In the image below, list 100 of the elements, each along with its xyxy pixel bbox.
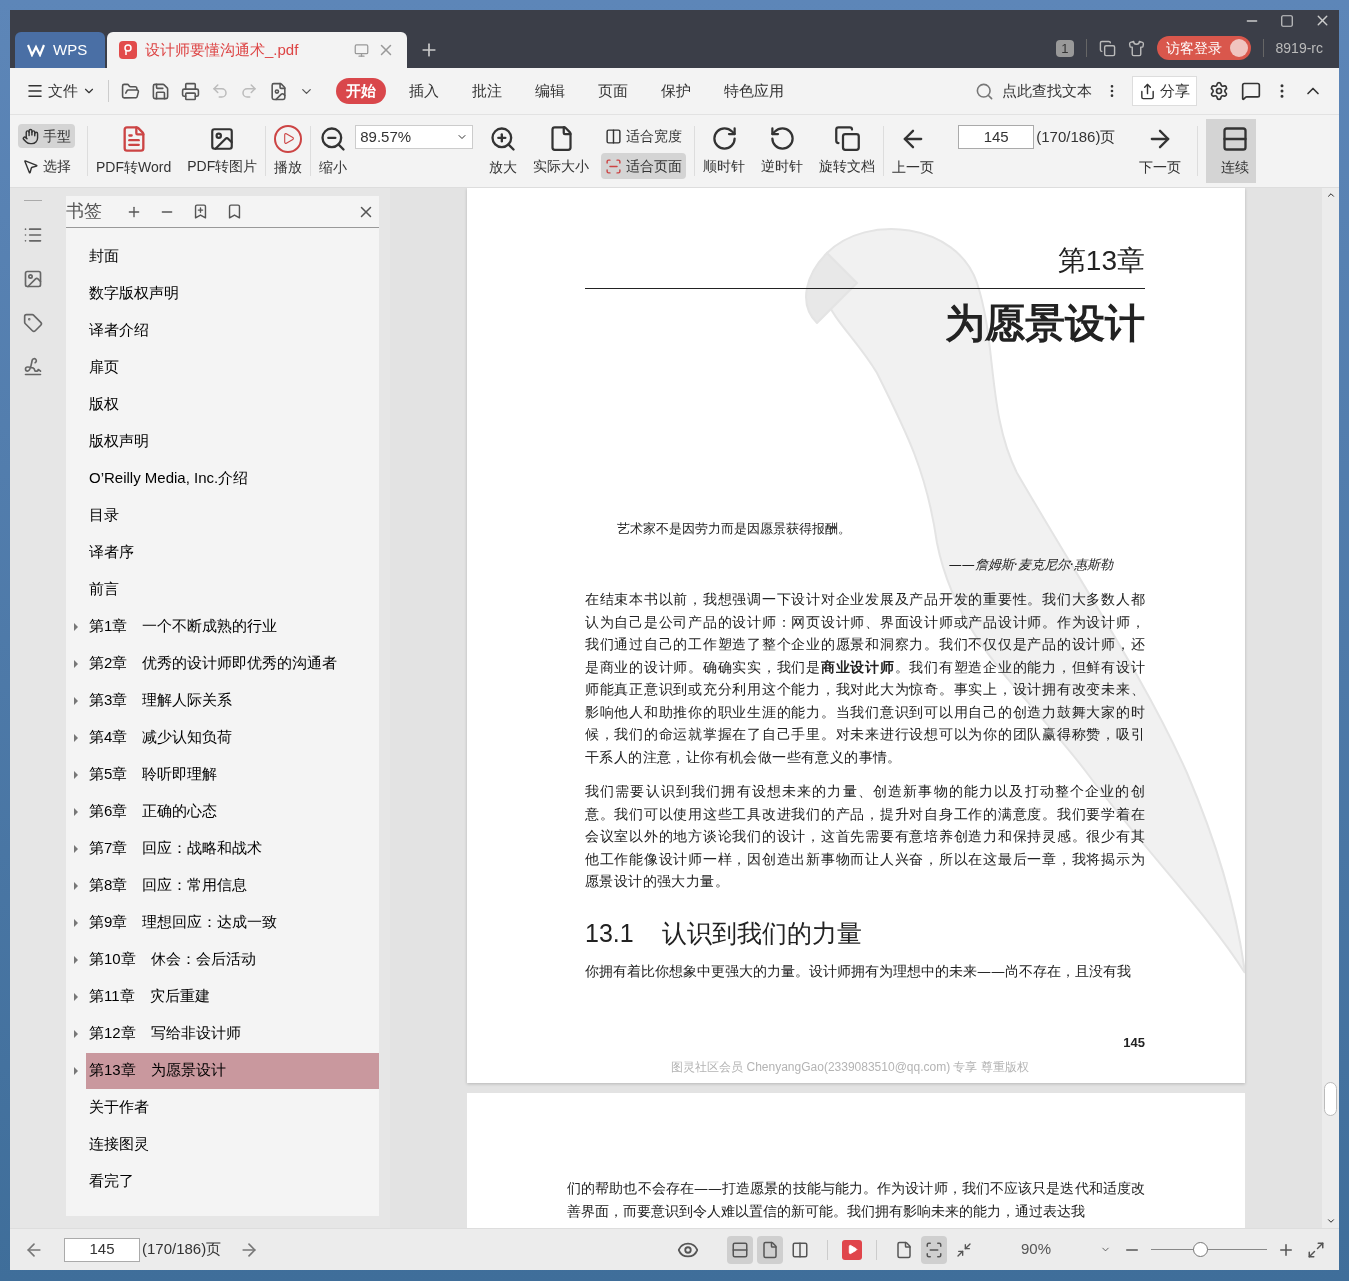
zoom-level-field[interactable]: 90% [1021, 1238, 1111, 1261]
expand-caret-icon[interactable] [73, 1029, 79, 1038]
login-button[interactable]: 访客登录 [1156, 36, 1251, 60]
page-number-field[interactable]: 145 [64, 1237, 140, 1262]
scroll-up-icon[interactable] [1325, 190, 1336, 200]
section-number: 13.1 [585, 917, 634, 949]
menu-tab[interactable]: 批注 [462, 78, 512, 104]
export-icon[interactable] [269, 81, 288, 101]
search-field[interactable]: 点此查找文本 [975, 79, 1092, 103]
select-tool[interactable]: 选择 [18, 154, 75, 178]
vertical-scrollbar[interactable] [1322, 188, 1339, 1228]
window-count-badge[interactable]: 1 [1056, 39, 1074, 57]
play-button[interactable]: 播放 [266, 119, 311, 183]
convert-button[interactable]: PDF转图片 [179, 119, 266, 183]
bookmark-item[interactable]: 第5章 聆听即理解 [86, 756, 379, 793]
bookmark-item[interactable]: 数字版权声明 [86, 275, 379, 312]
actual-size-button[interactable]: 实际大小 [525, 119, 598, 183]
bookmark-item[interactable]: 第7章 回应：战略和战术 [86, 830, 379, 867]
bookmark-item[interactable]: 第11章 灾后重建 [86, 978, 379, 1015]
fullscreen-icon[interactable] [1307, 1240, 1325, 1259]
expand-caret-icon[interactable] [73, 918, 79, 927]
bookmark-item[interactable]: 版权 [86, 386, 379, 423]
bookmark-item[interactable]: O’Reilly Media, Inc.介绍 [86, 460, 379, 497]
menu-tab[interactable]: 保护 [651, 78, 701, 104]
save-icon[interactable] [151, 81, 170, 101]
bookmark-item[interactable]: 第13章 为愿景设计 [86, 1052, 379, 1089]
menu-tab[interactable]: 编辑 [525, 78, 575, 104]
bookmark-item[interactable]: 关于作者 [86, 1089, 379, 1126]
expand-caret-icon[interactable] [73, 733, 79, 742]
outline-icon[interactable] [22, 225, 43, 245]
bookmark-item[interactable]: 第4章 减少认知负荷 [86, 719, 379, 756]
settings-icon[interactable] [1209, 81, 1229, 101]
menu-tab[interactable]: 开始 [336, 78, 386, 104]
document-tab[interactable]: WPS [15, 32, 105, 68]
select-tool[interactable]: 手型 [18, 124, 75, 148]
bookmark-icon[interactable] [226, 203, 243, 220]
menu-tab[interactable]: 特色应用 [714, 78, 794, 104]
bookmark-item[interactable]: 第6章 正确的心态 [86, 793, 379, 830]
expand-caret-icon[interactable] [73, 844, 79, 853]
shirt-icon[interactable] [1127, 39, 1145, 57]
fit-mode-button[interactable] [921, 1235, 947, 1264]
file-menu[interactable]: 文件 [26, 79, 96, 103]
previous-page-button[interactable]: 上一页 [884, 119, 943, 183]
bookmark-item[interactable]: 第9章 理想回应：达成一致 [86, 904, 379, 941]
bookmark-item[interactable]: 版权声明 [86, 423, 379, 460]
next-page-button[interactable]: 下一页 [1131, 119, 1190, 183]
folder-icon[interactable] [121, 81, 140, 101]
expand-caret-icon[interactable] [73, 881, 79, 890]
bookmark-item[interactable]: 译者序 [86, 534, 379, 571]
zoom-out-button[interactable]: 缩小 [311, 119, 356, 183]
zoom-field[interactable]: 89.57% [355, 125, 474, 149]
share-button[interactable]: 分享 [1132, 76, 1197, 106]
bookmark-item[interactable]: 第12章 写给非设计师 [86, 1015, 379, 1052]
page-number-field[interactable]: 145 [958, 125, 1035, 149]
avatar-icon [1229, 39, 1248, 57]
scrollbar-thumb[interactable] [1324, 1082, 1337, 1116]
layout-mode-button[interactable] [757, 1235, 783, 1264]
expand-caret-icon[interactable] [73, 659, 79, 668]
document-tab[interactable]: 设计师要懂沟通术_.pdf [107, 32, 407, 68]
rotate-button[interactable]: 顺时针 [695, 119, 754, 183]
thumbnail-icon[interactable] [22, 269, 43, 289]
menu-tab[interactable]: 页面 [588, 78, 638, 104]
zoom-in-button[interactable]: 放大 [481, 119, 526, 183]
bookmark-item[interactable]: 第3章 理解人际关系 [86, 682, 379, 719]
expand-caret-icon[interactable] [73, 1066, 79, 1075]
continuous-reading-button[interactable]: 连续 [1206, 119, 1257, 183]
bookmark-item[interactable]: 第8章 回应：常用信息 [86, 867, 379, 904]
bookmark-item[interactable]: 扉页 [86, 349, 379, 386]
add-bookmark-icon[interactable] [192, 203, 209, 220]
bookmark-item[interactable]: 第2章 优秀的设计师即优秀的沟通者 [86, 645, 379, 682]
scroll-down-icon[interactable] [1325, 1216, 1336, 1226]
rotate-button[interactable]: 逆时针 [753, 119, 812, 183]
expand-caret-icon[interactable] [73, 696, 79, 705]
slider-thumb[interactable] [1192, 1241, 1208, 1257]
print-icon[interactable] [181, 81, 200, 101]
signature-icon[interactable] [22, 357, 43, 377]
fit-mode-button[interactable]: 适合宽度 [601, 123, 687, 149]
layout-mode-button[interactable] [727, 1235, 753, 1264]
bookmark-item[interactable]: 第1章 一个不断成熟的行业 [86, 608, 379, 645]
maximize-icon[interactable] [1280, 12, 1294, 29]
bookmark-item[interactable]: 第10章 休会：会后活动 [86, 941, 379, 978]
bookmark-item[interactable]: 封面 [86, 238, 379, 275]
expand-caret-icon[interactable] [73, 955, 79, 964]
zoom-slider[interactable] [1151, 1241, 1267, 1258]
expand-caret-icon[interactable] [73, 770, 79, 779]
convert-button[interactable]: PDF转Word [88, 119, 180, 183]
expand-caret-icon[interactable] [73, 992, 79, 1001]
expand-caret-icon[interactable] [73, 807, 79, 816]
menu-tab[interactable]: 插入 [399, 78, 449, 104]
bookmark-item[interactable]: 连接图灵 [86, 1126, 379, 1163]
bookmark-item[interactable]: 看完了 [86, 1163, 379, 1200]
rotate-button[interactable]: 旋转文档 [811, 119, 884, 183]
play-icon[interactable] [842, 1239, 862, 1260]
tag-icon[interactable] [22, 313, 43, 333]
fit-mode-button[interactable]: 适合页面 [601, 153, 687, 179]
comment-icon[interactable] [1241, 81, 1261, 101]
bookmark-item[interactable]: 译者介绍 [86, 312, 379, 349]
bookmark-item[interactable]: 目录 [86, 497, 379, 534]
bookmark-item[interactable]: 前言 [86, 571, 379, 608]
expand-caret-icon[interactable] [73, 622, 79, 631]
